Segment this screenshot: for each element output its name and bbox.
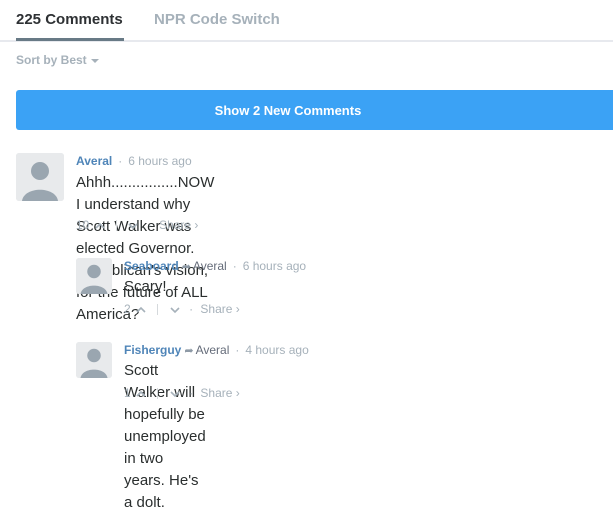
reply-arrow-icon: ➦ bbox=[184, 345, 194, 357]
comment-author[interactable]: Seaboard bbox=[124, 259, 179, 273]
upvote-icon[interactable] bbox=[136, 306, 146, 314]
comment-text: Scott Walker will hopefully be unemploye… bbox=[124, 362, 206, 511]
avatar[interactable] bbox=[76, 258, 112, 294]
reply-to-author[interactable]: Averal bbox=[196, 343, 230, 357]
downvote-icon[interactable] bbox=[170, 306, 180, 314]
share-button[interactable]: Share › bbox=[159, 218, 198, 232]
downvote-icon[interactable] bbox=[170, 390, 180, 398]
user-silhouette-icon bbox=[76, 342, 112, 378]
comment-timestamp[interactable]: 6 hours ago bbox=[243, 259, 306, 273]
sort-label: Sort by Best bbox=[16, 53, 87, 67]
avatar[interactable] bbox=[76, 342, 112, 378]
show-new-comments-button[interactable]: Show 2 New Comments bbox=[16, 90, 613, 130]
comment-timestamp[interactable]: 6 hours ago bbox=[128, 154, 191, 168]
comment-tabs: 225 Comments NPR Code Switch bbox=[0, 0, 613, 42]
reply-arrow-icon: ➦ bbox=[181, 261, 191, 273]
tab-comments[interactable]: 225 Comments bbox=[16, 11, 123, 28]
chevron-down-icon bbox=[90, 58, 99, 63]
upvote-count: 10 bbox=[76, 218, 90, 232]
tab-community[interactable]: NPR Code Switch bbox=[154, 11, 280, 28]
reply-to-author[interactable]: Averal bbox=[193, 259, 227, 273]
share-button[interactable]: Share › bbox=[200, 386, 239, 400]
comment-author[interactable]: Averal bbox=[76, 154, 112, 168]
upvote-count: 1 bbox=[124, 386, 131, 400]
avatar[interactable] bbox=[16, 153, 64, 201]
sort-dropdown[interactable]: Sort by Best bbox=[16, 53, 99, 67]
comment-timestamp[interactable]: 4 hours ago bbox=[245, 343, 308, 357]
upvote-icon[interactable] bbox=[95, 222, 105, 230]
comment-author[interactable]: Fisherguy bbox=[124, 343, 181, 357]
share-button[interactable]: Share › bbox=[200, 302, 239, 316]
comment-text: Scary! bbox=[124, 278, 167, 295]
active-tab-indicator bbox=[16, 38, 124, 41]
user-silhouette-icon bbox=[16, 153, 64, 201]
show-new-comments-label: Show 2 New Comments bbox=[214, 102, 362, 118]
user-silhouette-icon bbox=[76, 258, 112, 294]
upvote-count: 2 bbox=[124, 302, 131, 316]
downvote-icon[interactable] bbox=[128, 222, 138, 230]
upvote-icon[interactable] bbox=[136, 390, 146, 398]
